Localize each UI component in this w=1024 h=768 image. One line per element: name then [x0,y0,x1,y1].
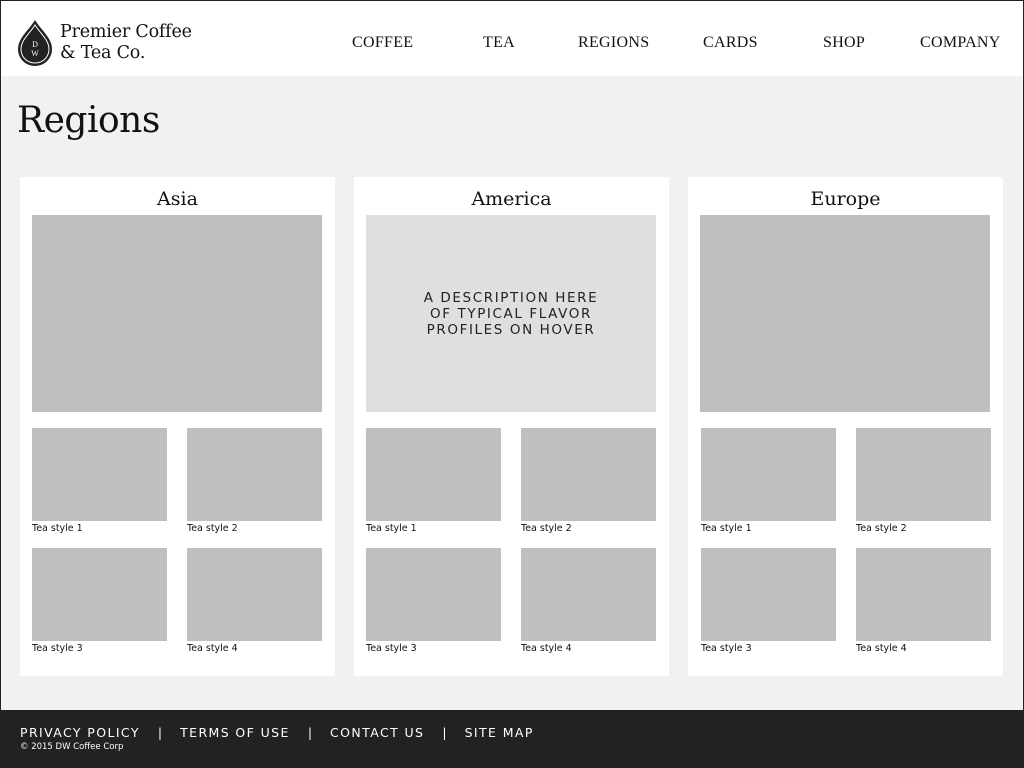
region-title: Asia [157,188,198,210]
tea-style-image[interactable] [32,428,167,521]
region-card-asia: Asia Tea style 1 Tea style 2 Tea style 3… [20,177,335,676]
tea-style-image[interactable] [32,548,167,641]
footer-link-site-map[interactable]: SITE MAP [465,725,534,740]
tea-style-image[interactable] [366,548,501,641]
main-nav: COFFEE TEA REGIONS CARDS SHOP COMPANY [0,34,1024,54]
region-title: Europe [810,188,881,210]
nav-item-regions[interactable]: REGIONS [578,34,649,52]
footer-links: PRIVACY POLICY | TERMS OF USE | CONTACT … [20,722,534,742]
site-footer: PRIVACY POLICY | TERMS OF USE | CONTACT … [0,710,1024,768]
region-hero-description: A DESCRIPTION HERE OF TYPICAL FLAVOR PRO… [423,289,599,338]
tea-style-label[interactable]: Tea style 3 [366,643,417,654]
tea-style-image[interactable] [701,548,836,641]
tea-style-label[interactable]: Tea style 4 [187,643,238,654]
region-hero-image[interactable] [700,215,990,412]
site-header: D W Premier Coffee & Tea Co. DW COFFEE T… [0,0,1024,76]
tea-style-image[interactable] [187,548,322,641]
tea-style-label[interactable]: Tea style 3 [32,643,83,654]
tea-style-image[interactable] [521,428,656,521]
footer-separator: | [307,724,313,740]
region-card-america: America A DESCRIPTION HERE OF TYPICAL FL… [354,177,669,676]
tea-style-label[interactable]: Tea style 2 [856,523,907,534]
copyright-text: © 2015 DW Coffee Corp [20,742,124,752]
tea-style-label[interactable]: Tea style 4 [521,643,572,654]
nav-item-tea[interactable]: TEA [483,34,515,52]
tea-style-label[interactable]: Tea style 3 [701,643,752,654]
tea-style-label[interactable]: Tea style 1 [366,523,417,534]
nav-item-shop[interactable]: SHOP [823,34,865,52]
tea-style-label[interactable]: Tea style 4 [856,643,907,654]
tea-style-image[interactable] [187,428,322,521]
tea-style-image[interactable] [521,548,656,641]
nav-item-coffee[interactable]: COFFEE [352,34,413,52]
tea-style-label[interactable]: Tea style 1 [32,523,83,534]
region-card-europe: Europe Tea style 1 Tea style 2 Tea style… [688,177,1003,676]
nav-item-cards[interactable]: CARDS [703,34,758,52]
tea-style-label[interactable]: Tea style 1 [701,523,752,534]
region-hero-image[interactable]: A DESCRIPTION HERE OF TYPICAL FLAVOR PRO… [366,215,656,412]
page-title: Regions [17,100,160,141]
region-title: America [471,188,552,210]
footer-separator: | [442,724,447,740]
footer-link-contact-us[interactable]: CONTACT US [330,725,424,740]
footer-link-privacy-policy[interactable]: PRIVACY POLICY [20,725,140,740]
tea-style-image[interactable] [366,428,501,521]
tea-style-label[interactable]: Tea style 2 [187,523,238,534]
nav-item-company[interactable]: COMPANY [920,34,1001,52]
tea-style-image[interactable] [856,428,991,521]
tea-style-image[interactable] [701,428,836,521]
tea-style-image[interactable] [856,548,991,641]
tea-style-label[interactable]: Tea style 2 [521,523,572,534]
footer-separator: | [157,724,163,740]
footer-link-terms-of-use[interactable]: TERMS OF USE [180,725,290,740]
region-hero-image[interactable] [32,215,322,412]
